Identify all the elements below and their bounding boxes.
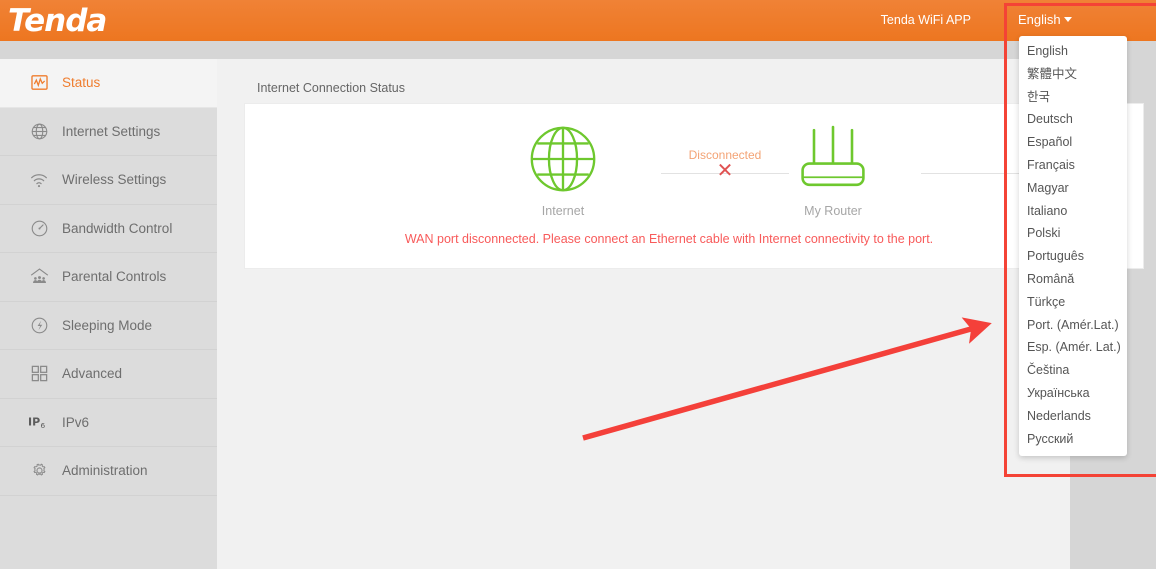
top-header: Tenda Tenda WiFi APP English (0, 0, 1156, 41)
sidebar-item-internet-settings[interactable]: Internet Settings (0, 108, 217, 156)
language-option-chinese-tw[interactable]: 繁體中文 (1019, 63, 1127, 86)
sidebar-item-label: IPv6 (62, 414, 90, 430)
header-underband (0, 41, 1156, 59)
svg-text:6: 6 (40, 421, 45, 430)
sidebar-item-administration[interactable]: Administration (0, 447, 217, 496)
language-option-magyar[interactable]: Magyar (1019, 177, 1127, 200)
sidebar-item-label: Sleeping Mode (62, 317, 153, 333)
sidebar-item-ipv6[interactable]: IP 6 IPv6 (0, 399, 217, 447)
sidebar-item-wireless-settings[interactable]: Wireless Settings (0, 156, 217, 205)
page-title: Internet Connection Status (257, 81, 406, 95)
svg-text:IP: IP (28, 416, 40, 429)
language-option-cestina[interactable]: Čeština (1019, 359, 1127, 382)
sidebar-item-label: Bandwidth Control (62, 220, 173, 236)
sidebar-item-parental-controls[interactable]: Parental Controls (0, 253, 217, 302)
language-option-portugues[interactable]: Português (1019, 245, 1127, 268)
sidebar-item-bandwidth-control[interactable]: Bandwidth Control (0, 205, 217, 253)
router-icon (758, 118, 908, 200)
sidebar-item-label: Internet Settings (62, 123, 161, 139)
tenda-wifi-app-link[interactable]: Tenda WiFi APP (881, 13, 971, 27)
main-content: Internet Connection Status Internet Disc… (217, 59, 1144, 569)
language-option-italiano[interactable]: Italiano (1019, 200, 1127, 223)
disconnect-x-icon: ✕ (716, 160, 734, 182)
warning-message-text: WAN port disconnected. Please connect an… (404, 232, 934, 246)
gear-icon (28, 460, 50, 482)
sidebar-item-status[interactable]: Status (0, 59, 217, 108)
internet-connection-status-card: Internet Disconnected ✕ My Router WAN po… (244, 103, 1144, 269)
globe-large-icon (488, 118, 638, 200)
language-option-romana[interactable]: Română (1019, 268, 1127, 291)
connection-flow-diagram: Internet Disconnected ✕ My Router (245, 112, 1118, 232)
language-option-korean[interactable]: 한국 (1019, 86, 1127, 109)
status-chart-icon (28, 72, 50, 94)
chevron-down-icon (1063, 17, 1072, 22)
sidebar-nav: Status Internet Settings Wireless Settin… (0, 59, 217, 569)
family-home-icon (28, 266, 50, 288)
router-admin-page: Tenda Tenda WiFi APP English Status Inte… (0, 0, 1156, 569)
sidebar-item-label: Parental Controls (62, 269, 167, 284)
globe-icon (28, 120, 50, 142)
tenda-logo: Tenda (8, 3, 107, 39)
sidebar-item-label: Status (62, 75, 101, 90)
language-selector-label: English (1018, 12, 1061, 27)
moon-power-icon (28, 314, 50, 336)
language-option-turkce[interactable]: Türkçe (1019, 291, 1127, 314)
language-option-esp-amer-lat[interactable]: Esp. (Amér. Lat.) (1019, 336, 1127, 359)
language-option-russkiy[interactable]: Русский (1019, 428, 1127, 451)
ipv6-icon: IP 6 (28, 411, 50, 433)
language-option-ukrainska[interactable]: Українська (1019, 382, 1127, 405)
language-option-francais[interactable]: Français (1019, 154, 1127, 177)
grid-squares-icon (28, 363, 50, 385)
language-option-nederlands[interactable]: Nederlands (1019, 405, 1127, 428)
sidebar-item-sleeping-mode[interactable]: Sleeping Mode (0, 302, 217, 350)
warning-message: WAN port disconnected. Please connect an… (245, 232, 1143, 246)
language-option-espanol[interactable]: Español (1019, 131, 1127, 154)
language-dropdown-menu: English 繁體中文 한국 Deutsch Español Français… (1019, 36, 1127, 457)
language-option-port-amer-lat[interactable]: Port. (Amér.Lat.) (1019, 314, 1127, 337)
node-router: My Router (758, 118, 908, 218)
sidebar-item-label: Administration (62, 463, 148, 478)
node-internet: Internet (488, 118, 638, 218)
sidebar-item-label: Advanced (62, 366, 123, 381)
language-option-polski[interactable]: Polski (1019, 222, 1127, 245)
sidebar-item-advanced[interactable]: Advanced (0, 350, 217, 399)
language-option-english[interactable]: English (1019, 40, 1127, 63)
node-label: Internet (541, 204, 585, 218)
language-option-deutsch[interactable]: Deutsch (1019, 108, 1127, 131)
gauge-icon (28, 217, 50, 239)
node-label: My Router (804, 204, 862, 218)
wifi-icon (28, 169, 50, 191)
sidebar-item-label: Wireless Settings (62, 172, 167, 187)
language-selector-button[interactable]: English (1018, 12, 1072, 27)
